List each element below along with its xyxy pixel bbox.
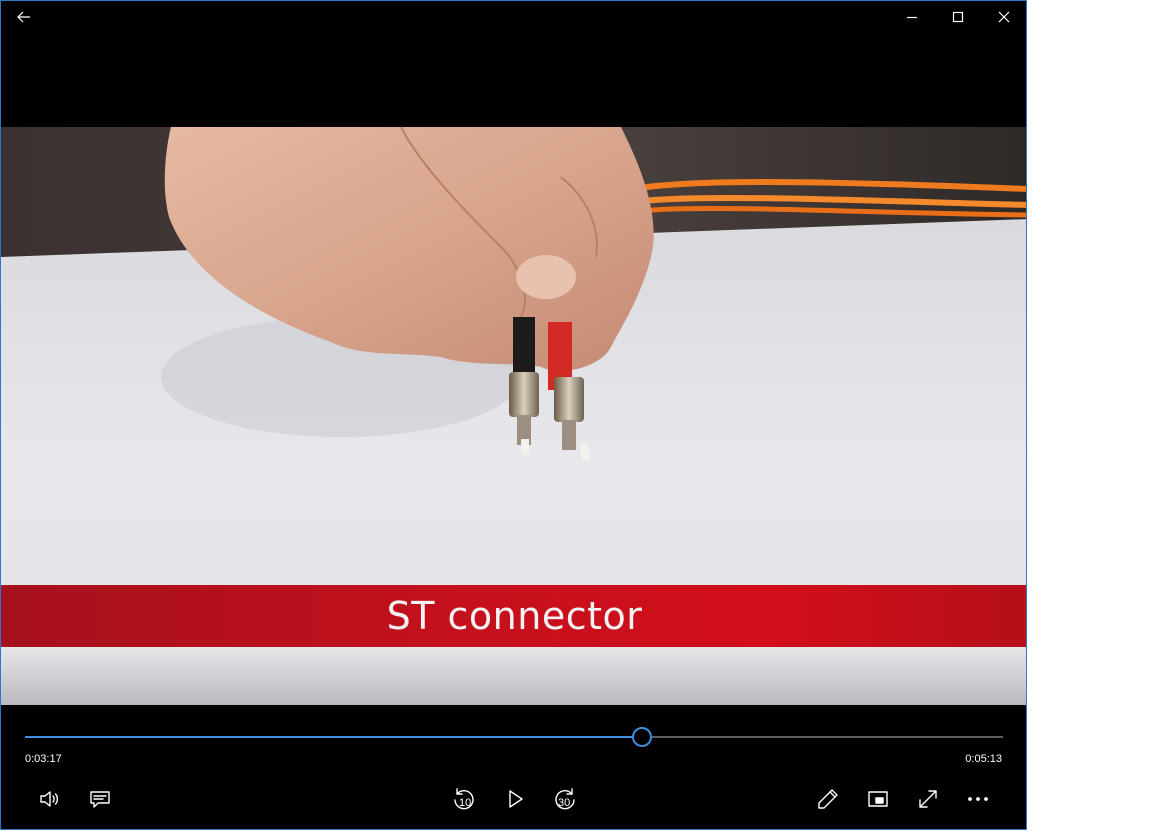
fullscreen-button[interactable] [908,779,948,819]
seek-bar[interactable] [25,727,1003,747]
subtitles-icon [90,791,110,808]
more-options-icon [968,797,988,801]
skip-back-seconds: 10 [459,797,472,809]
total-time: 0:05:13 [965,753,1002,765]
movies-tv-window: ST connector 0:03:17 0:05:13 10 30 [0,0,1027,830]
edit-button[interactable] [808,779,848,819]
maximize-button[interactable] [935,1,981,33]
mini-view-icon [868,791,888,807]
skip-forward-seconds: 30 [558,797,571,809]
back-button[interactable] [1,1,47,33]
fullscreen-icon [919,790,937,808]
seek-thumb[interactable] [632,727,652,747]
current-time: 0:03:17 [25,753,62,765]
skip-back-button[interactable]: 10 [444,779,484,819]
play-icon [509,790,523,808]
seek-progress [25,736,641,738]
back-arrow-icon [17,11,30,23]
play-button[interactable] [495,779,535,819]
close-icon [998,11,1010,23]
video-frame[interactable]: ST connector [1,127,1026,705]
title-bar [1,1,1026,33]
minimize-icon [907,16,917,19]
video-caption: ST connector [386,594,643,638]
subtitles-button[interactable] [80,779,120,819]
edit-pencil-icon [818,789,838,809]
playback-controls: 0:03:17 0:05:13 10 30 [1,705,1026,829]
close-button[interactable] [981,1,1026,33]
more-options-button[interactable] [958,779,998,819]
mini-view-button[interactable] [858,779,898,819]
minimize-button[interactable] [889,1,935,33]
caption-band: ST connector [1,585,1026,647]
volume-icon [40,791,59,807]
volume-button[interactable] [30,779,70,819]
maximize-icon [952,11,964,23]
skip-forward-button[interactable]: 30 [545,779,585,819]
